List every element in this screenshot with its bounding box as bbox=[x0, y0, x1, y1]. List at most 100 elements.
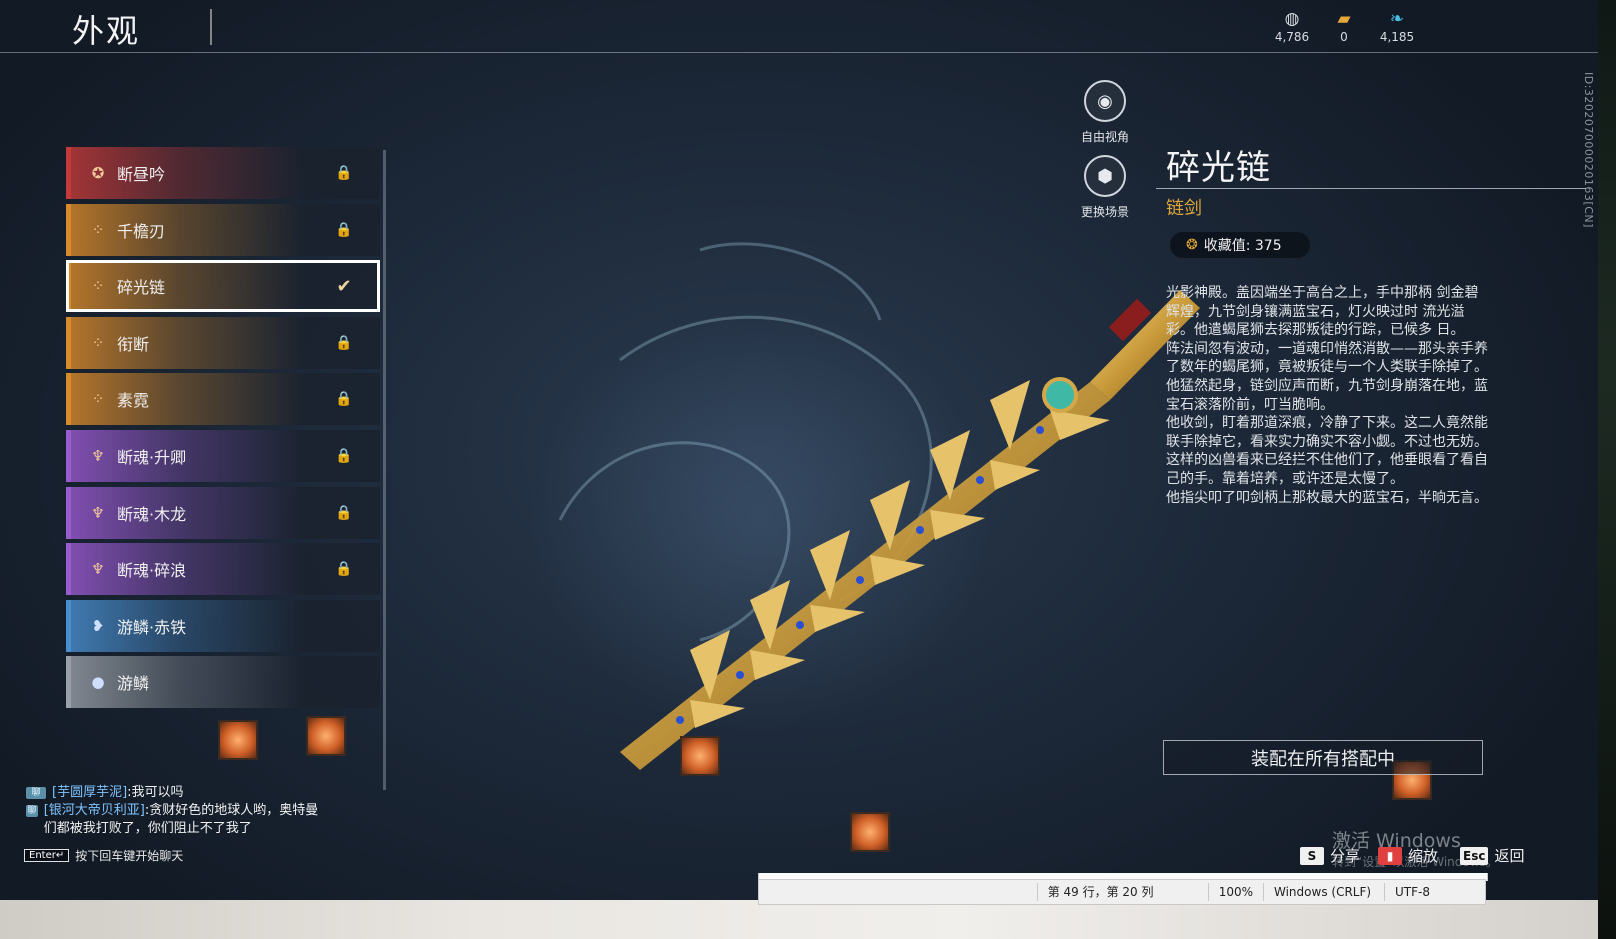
key-esc-icon: Esc bbox=[1460, 846, 1489, 865]
zoom-button[interactable]: ▮ 缩放 bbox=[1378, 845, 1438, 866]
skin-name: 断魂·升卿 bbox=[117, 448, 187, 467]
collection-icon: ❂ bbox=[1186, 237, 1198, 253]
header-divider bbox=[0, 52, 1598, 53]
title-underline bbox=[1156, 188, 1586, 189]
zoom-label: 缩放 bbox=[1408, 847, 1439, 865]
skin-list-item[interactable]: ⁘ 千檐刃 🔒 bbox=[66, 204, 380, 256]
collection-value: 收藏值: 375 bbox=[1203, 238, 1282, 254]
share-button[interactable]: S 分享 bbox=[1300, 845, 1360, 866]
lock-icon: 🔒 bbox=[335, 222, 353, 238]
rarity-emblem-icon: ♆ bbox=[91, 447, 105, 465]
chat-sender[interactable]: [芋圆厚芋泥] bbox=[52, 785, 127, 800]
page-title: 外观 bbox=[72, 12, 141, 50]
skin-list-item[interactable]: ⁘ 素霓 🔒 bbox=[66, 373, 380, 425]
description-paragraph: 光影神殿。盖因端坐于高台之上，手中那柄 剑金碧辉煌，九节剑身镶满蓝宝石，灯火映过… bbox=[1166, 285, 1479, 339]
scene-cube-icon: ⬢ bbox=[1084, 155, 1126, 197]
line-ending: Windows (CRLF) bbox=[1263, 883, 1384, 901]
rarity-emblem-icon: ✪ bbox=[91, 164, 105, 182]
equip-all-button[interactable]: 装配在所有搭配中 bbox=[1163, 740, 1483, 775]
lock-icon: 🔒 bbox=[335, 391, 353, 407]
chat-message: 聊 [银河大帝贝利亚]:贪财好色的地球人哟，奥特曼们都被我打败了，你们阻止不了我… bbox=[26, 802, 326, 838]
currency-value: 4,786 bbox=[1274, 30, 1310, 44]
chat-text: :我可以吗 bbox=[127, 785, 184, 800]
lock-icon: 🔒 bbox=[335, 561, 353, 577]
zoom-level: 100% bbox=[1207, 883, 1263, 901]
chat-channel-icon: 聊 bbox=[26, 787, 46, 799]
desktop-background-strip bbox=[0, 900, 1598, 939]
chat-channel-icon: 聊 bbox=[26, 805, 38, 817]
chat-message: 聊 [芋圆厚芋泥]:我可以吗 bbox=[26, 784, 326, 802]
change-scene-button[interactable]: ⬢ 更换场景 bbox=[1065, 155, 1145, 220]
free-view-label: 自由视角 bbox=[1080, 130, 1129, 144]
lantern-decoration bbox=[306, 716, 346, 756]
lantern-decoration bbox=[680, 736, 720, 776]
skin-list-item[interactable]: ♆ 断魂·升卿 🔒 bbox=[66, 430, 380, 482]
skin-list-item[interactable]: ♆ 断魂·碎浪 🔒 bbox=[66, 543, 380, 595]
rarity-emblem-icon: ♆ bbox=[91, 504, 105, 522]
mouse-wheel-icon: ▮ bbox=[1378, 846, 1402, 865]
rarity-emblem-icon: ⁘ bbox=[91, 277, 105, 295]
skin-name: 碎光链 bbox=[117, 278, 166, 297]
description-paragraph: 他收剑，盯着那道深痕，冷静了下来。这二人竟然能联手除掉它，看来实力确实不容小觑。… bbox=[1166, 415, 1488, 487]
lock-icon: 🔒 bbox=[335, 165, 353, 181]
back-button[interactable]: Esc 返回 bbox=[1460, 845, 1524, 866]
item-title: 碎光链 bbox=[1166, 148, 1271, 188]
currency-gold: ◍ 4,786 bbox=[1262, 8, 1322, 44]
collection-value-badge: ❂ 收藏值: 375 bbox=[1170, 232, 1310, 258]
checkmark-icon: ✔ bbox=[336, 275, 352, 297]
chat-sender[interactable]: [银河大帝贝利亚] bbox=[44, 803, 145, 818]
lantern-decoration bbox=[218, 720, 258, 760]
item-description: 光影神殿。盖因端坐于高台之上，手中那柄 剑金碧辉煌，九节剑身镶满蓝宝石，灯火映过… bbox=[1166, 284, 1490, 507]
lantern-decoration bbox=[850, 812, 890, 852]
rarity-emblem-icon: ⁘ bbox=[91, 221, 105, 239]
skin-list-item[interactable]: ⁘ 碎光链 ✔ bbox=[66, 260, 380, 312]
skin-name: 断魂·木龙 bbox=[117, 505, 187, 524]
chat-hint-text: 按下回车键开始聊天 bbox=[75, 849, 184, 863]
currency-ticket: ▰ 0 bbox=[1314, 8, 1374, 44]
skin-name: 素霓 bbox=[117, 391, 150, 410]
currency-value: 0 bbox=[1340, 30, 1348, 44]
skin-name: 游鳞·赤铁 bbox=[117, 618, 187, 637]
chat-input-hint[interactable]: Enter↵ 按下回车键开始聊天 bbox=[24, 847, 183, 864]
title-separator bbox=[210, 9, 212, 45]
camera-icon: ◉ bbox=[1084, 80, 1126, 122]
lock-icon: 🔒 bbox=[335, 335, 353, 351]
list-scrollbar[interactable] bbox=[383, 150, 386, 790]
skin-name: 断昼吟 bbox=[117, 165, 166, 184]
feather-icon: ❧ bbox=[1389, 9, 1405, 29]
skin-name: 断魂·碎浪 bbox=[117, 561, 187, 580]
rarity-emblem-icon: ❥ bbox=[91, 617, 105, 635]
skin-name: 游鳞 bbox=[117, 674, 150, 693]
ticket-icon: ▰ bbox=[1337, 9, 1351, 29]
cursor-position: 第 49 行，第 20 列 bbox=[1036, 883, 1208, 901]
skin-list-item[interactable]: ♆ 断魂·木龙 🔒 bbox=[66, 487, 380, 539]
rarity-emblem-icon: ● bbox=[91, 673, 105, 691]
skin-name: 衔断 bbox=[117, 335, 150, 354]
skin-list-item[interactable]: ● 游鳞 bbox=[66, 656, 380, 708]
currency-value: 4,185 bbox=[1379, 30, 1415, 44]
encoding: UTF-8 bbox=[1384, 883, 1485, 901]
desktop-wallpaper-edge bbox=[1598, 0, 1616, 939]
top-bar: 外观 ◍ 4,786 ▰ 0 ❧ 4,185 bbox=[0, 0, 1598, 54]
gold-coin-icon: ◍ bbox=[1284, 9, 1300, 29]
rarity-emblem-icon: ⁘ bbox=[91, 390, 105, 408]
back-label: 返回 bbox=[1494, 847, 1525, 865]
notepad-status-bar: 第 49 行，第 20 列 100% Windows (CRLF) UTF-8 bbox=[758, 879, 1486, 905]
item-type: 链剑 bbox=[1166, 198, 1202, 219]
rarity-emblem-icon: ⁘ bbox=[91, 334, 105, 352]
currency-feather: ❧ 4,185 bbox=[1367, 8, 1427, 44]
skin-list-item[interactable]: ❥ 游鳞·赤铁 bbox=[66, 600, 380, 652]
change-scene-label: 更换场景 bbox=[1080, 205, 1129, 219]
chain-sword-blade bbox=[620, 290, 1200, 770]
share-label: 分享 bbox=[1330, 847, 1361, 865]
lock-icon: 🔒 bbox=[335, 505, 353, 521]
free-view-button[interactable]: ◉ 自由视角 bbox=[1065, 80, 1145, 145]
rarity-emblem-icon: ♆ bbox=[91, 560, 105, 578]
skin-name: 千檐刃 bbox=[117, 222, 166, 241]
description-paragraph: 阵法间忽有波动，一道魂印悄然消散——那头亲手养了数年的蝎尾狮，竟被叛徒与一个人类… bbox=[1166, 340, 1488, 413]
skin-list-item[interactable]: ⁘ 衔断 🔒 bbox=[66, 317, 380, 369]
description-paragraph: 他指尖叩了叩剑柄上那枚最大的蓝宝石，半晌无言。 bbox=[1166, 489, 1488, 506]
enter-key-icon: Enter↵ bbox=[24, 849, 70, 862]
skin-list-item[interactable]: ✪ 断昼吟 🔒 bbox=[66, 147, 380, 199]
chat-box: 聊 [芋圆厚芋泥]:我可以吗 聊 [银河大帝贝利亚]:贪财好色的地球人哟，奥特曼… bbox=[26, 784, 326, 838]
